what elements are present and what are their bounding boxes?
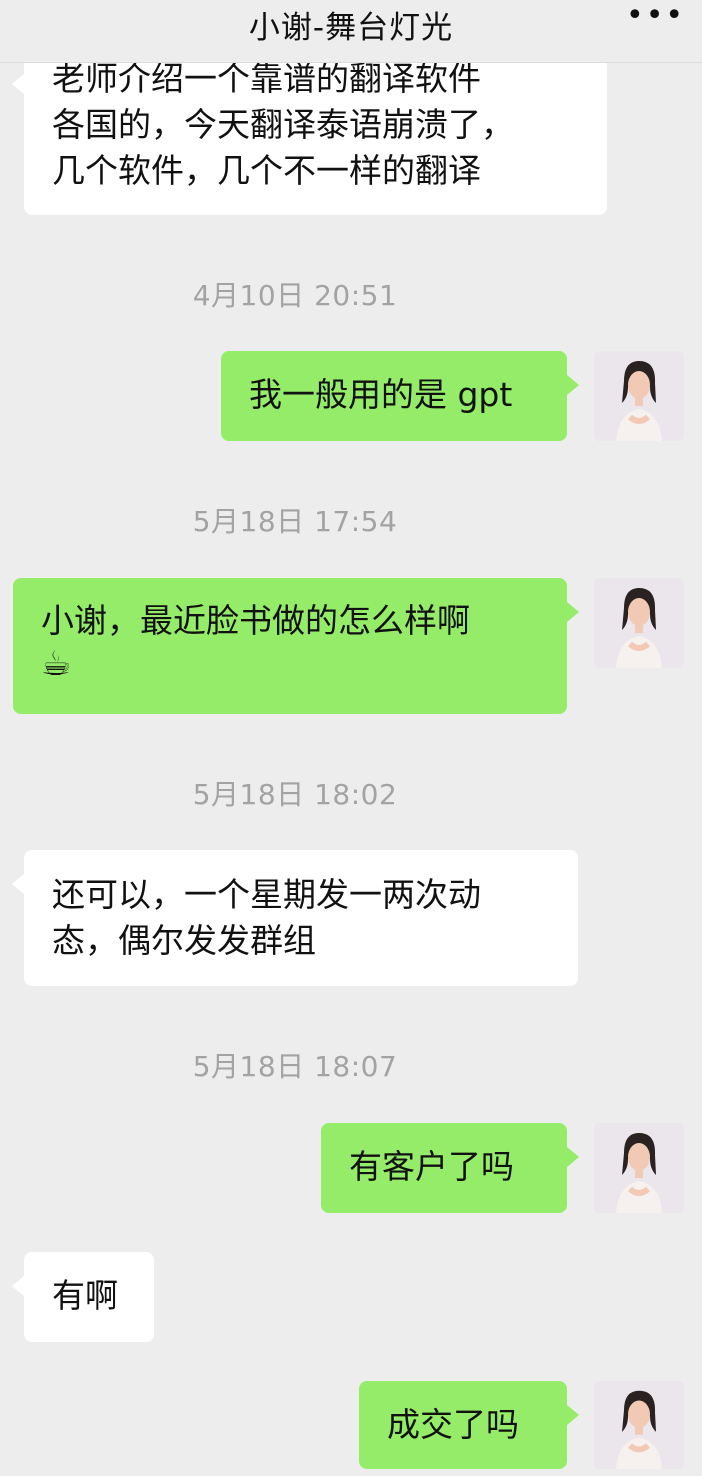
outgoing-message-bubble[interactable]: 小谢，最近脸书做的怎么样啊 ☕ [13, 578, 579, 714]
message-text-line: 成交了吗 [387, 1405, 519, 1444]
message-text-line: 有啊 [52, 1276, 118, 1315]
message-text-line: 几个软件，几个不一样的翻译 [52, 151, 481, 190]
my-avatar[interactable] [594, 578, 684, 668]
outgoing-message-bubble[interactable]: 有客户了吗 [321, 1123, 579, 1213]
incoming-message-bubble[interactable]: 有啊 [12, 1252, 154, 1342]
avatar-portrait-image [594, 578, 684, 668]
more-horizontal-icon[interactable]: ••• [626, 1, 683, 31]
my-avatar[interactable] [594, 1123, 684, 1213]
avatar-portrait-image [594, 1381, 684, 1469]
message-text-line: 我一般用的是 gpt [249, 375, 513, 414]
outgoing-message-bubble[interactable]: 成交了吗 [359, 1381, 579, 1469]
timestamp: 5月18日 18:07 [192, 1050, 398, 1083]
chat-header: 小谢-舞台灯光 ••• [0, 0, 702, 62]
coffee-emoji: ☕ [41, 644, 72, 684]
incoming-message-bubble[interactable]: 老师介绍一个靠谱的翻译软件 各国的，今天翻译泰语崩溃了， 几个软件，几个不一样的… [12, 44, 607, 215]
avatar-portrait-image [594, 351, 684, 441]
outgoing-message-bubble[interactable]: 我一般用的是 gpt [221, 351, 579, 441]
timestamp: 4月10日 20:51 [192, 279, 398, 312]
message-text-line: 小谢，最近脸书做的怎么样啊 [41, 601, 470, 640]
avatar-portrait-image [594, 1123, 684, 1213]
my-avatar[interactable] [594, 351, 684, 441]
message-text-line: 态，偶尔发发群组 [52, 921, 316, 960]
message-text-line: 有客户了吗 [349, 1147, 514, 1186]
incoming-message-bubble[interactable]: 还可以，一个星期发一两次动 态，偶尔发发群组 [12, 850, 578, 986]
timestamp: 5月18日 17:54 [192, 505, 398, 538]
timestamp: 5月18日 18:02 [192, 778, 398, 811]
chat-title: 小谢-舞台灯光 [248, 10, 454, 46]
my-avatar[interactable] [594, 1381, 684, 1469]
message-text-line: 还可以，一个星期发一两次动 [52, 875, 481, 914]
message-text-line: 老师介绍一个靠谱的翻译软件 [52, 59, 481, 98]
message-text-line: 各国的，今天翻译泰语崩溃了， [52, 105, 514, 144]
